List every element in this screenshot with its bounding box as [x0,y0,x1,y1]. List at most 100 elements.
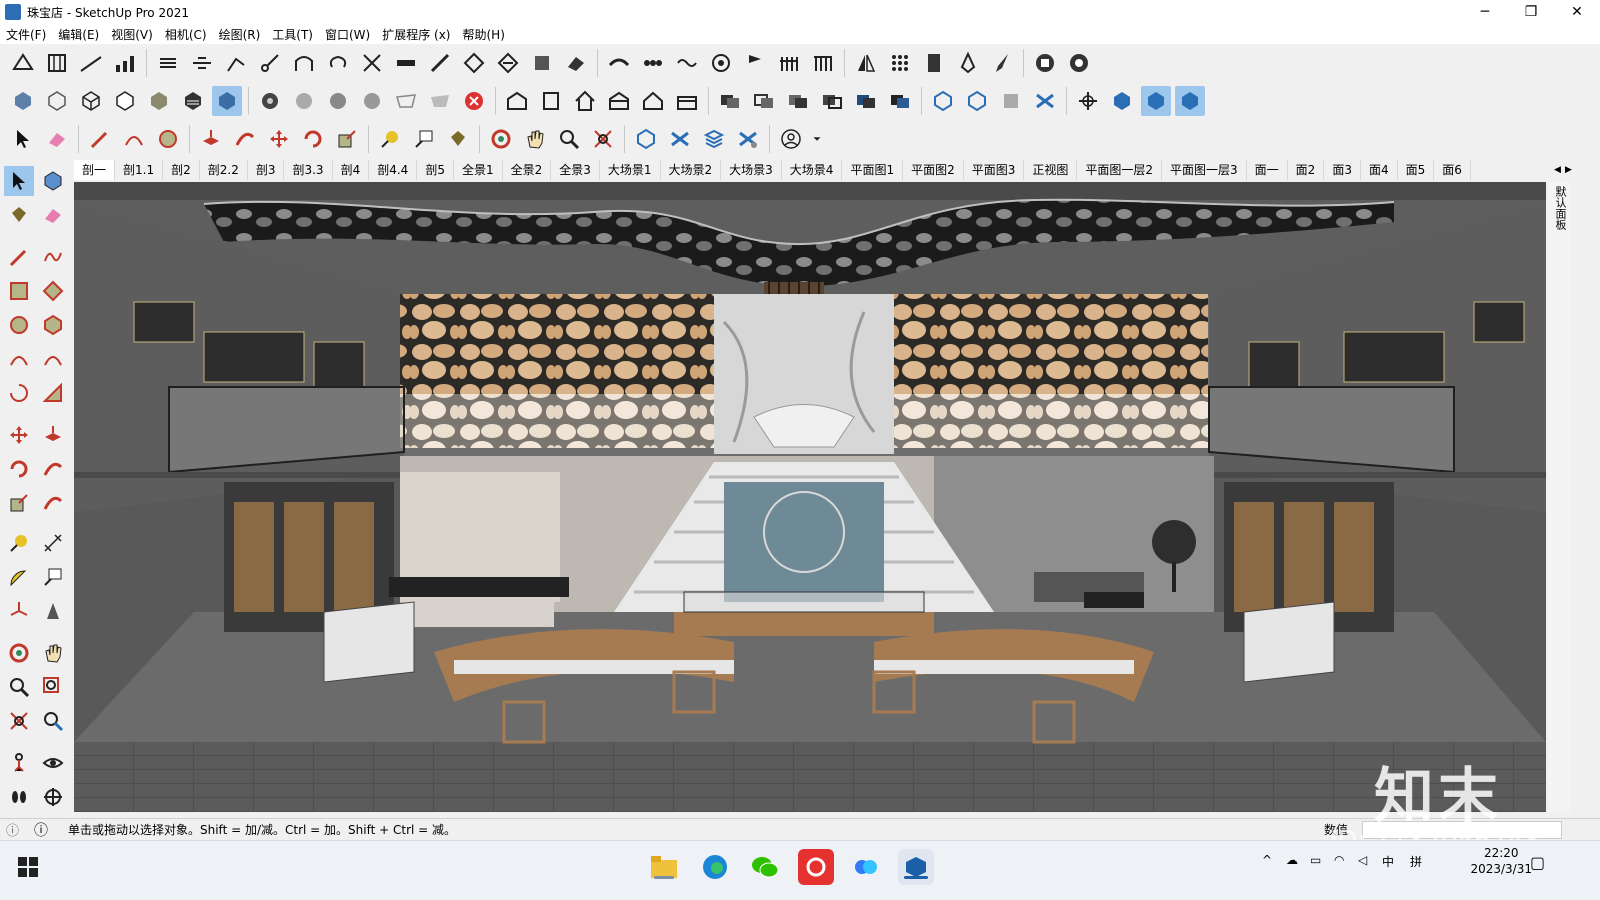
shadow-icon[interactable] [1107,86,1137,116]
netease-music-icon[interactable] [798,849,834,885]
scene-tab[interactable]: 面2 [1288,160,1325,180]
extension-manager-icon[interactable] [733,124,763,154]
make-component-icon[interactable] [38,166,68,196]
scene-tab[interactable]: 剖2.2 [200,160,248,180]
scene-tab[interactable]: 大场景1 [600,160,661,180]
volume-icon[interactable]: ◁ [1358,853,1367,867]
scene-tab[interactable]: 面3 [1324,160,1361,180]
reel-icon[interactable] [289,86,319,116]
select-arrow-icon[interactable] [8,124,38,154]
protractor-tool-icon[interactable] [4,562,34,592]
onedrive-icon[interactable]: ☁ [1286,853,1298,867]
scale-tool-icon[interactable] [4,488,34,518]
two-point-arc-tool-icon[interactable] [38,344,68,374]
menu-camera[interactable]: 相机(C) [165,26,207,43]
menu-edit[interactable]: 编辑(E) [58,26,99,43]
arc-icon[interactable] [119,124,149,154]
brush-icon[interactable] [987,48,1017,78]
chevron-down-icon[interactable] [810,124,824,154]
close-button[interactable]: ✕ [1554,0,1600,24]
render-icon[interactable] [1030,48,1060,78]
scroll-left-icon[interactable]: ◀ [1554,165,1561,175]
geo-location-icon[interactable]: ⓘ [6,820,19,839]
scene-tab[interactable]: 平面图1 [842,160,904,180]
xray-icon[interactable] [8,86,38,116]
scene-tab[interactable]: 面一 [1247,160,1288,180]
monochrome-icon[interactable] [212,86,242,116]
scene-tab[interactable]: 平面图一层2 [1077,160,1163,180]
ime-indicator[interactable]: 中 [1382,853,1394,870]
panel-icon[interactable] [919,48,949,78]
axes-icon[interactable] [1073,86,1103,116]
split-icon[interactable] [187,48,217,78]
position-camera-tool-icon[interactable] [4,748,34,778]
loop-icon[interactable] [323,48,353,78]
fence-icon[interactable] [774,48,804,78]
fog-icon[interactable] [1141,86,1171,116]
three-point-arc-tool-icon[interactable] [4,378,34,408]
default-tray-handle[interactable] [1548,182,1570,812]
tape-measure-tool-icon[interactable] [4,528,34,558]
wave-icon[interactable] [672,48,702,78]
scene-tab[interactable]: 剖2 [163,160,200,180]
solid-trim-icon[interactable] [817,86,847,116]
scene-tab[interactable]: 剖3 [248,160,285,180]
default-tray-label[interactable]: 默认面板 [1551,186,1567,230]
freehand-tool-icon[interactable] [38,242,68,272]
film-icon[interactable] [255,86,285,116]
join-icon[interactable] [357,48,387,78]
zoom-window-tool-icon[interactable] [38,672,68,702]
instructor-icon[interactable]: ⓘ [34,820,48,840]
grid-shape-icon[interactable] [459,48,489,78]
select-tool-icon[interactable] [4,166,34,196]
scissor-icon[interactable] [255,48,285,78]
reel-3-icon[interactable] [357,86,387,116]
pen-tool-icon[interactable] [953,48,983,78]
wechat-icon[interactable] [747,849,783,885]
pan-hand-icon[interactable] [520,124,550,154]
reel-2-icon[interactable] [323,86,353,116]
menu-view[interactable]: 视图(V) [111,26,153,43]
edge-browser-icon[interactable] [697,849,733,885]
styles-icon[interactable] [1030,86,1060,116]
eraser-icon[interactable] [42,124,72,154]
text-icon[interactable] [409,124,439,154]
menu-window[interactable]: 窗口(W) [325,26,370,43]
pan-tool-icon[interactable] [38,638,68,668]
offset-tool-icon[interactable] [38,488,68,518]
keyboard-layout[interactable]: 拼 [1410,853,1422,870]
push-pull-icon[interactable] [196,124,226,154]
arch-icon[interactable] [289,48,319,78]
circle-tool-icon[interactable] [4,310,34,340]
line-tool-icon[interactable] [4,242,34,272]
follow-me-tool-icon[interactable] [38,454,68,484]
wifi-icon[interactable]: ◠ [1334,853,1344,867]
scene-tab[interactable]: 平面图2 [903,160,964,180]
rotated-rectangle-tool-icon[interactable] [38,276,68,306]
tape-measure-icon[interactable] [375,124,405,154]
model-viewport[interactable] [74,182,1546,812]
battery-icon[interactable]: ▭ [1310,853,1321,867]
hidden-line-icon[interactable] [110,86,140,116]
render-settings-icon[interactable] [1064,48,1094,78]
pencil-icon[interactable] [85,124,115,154]
paint-bucket-icon[interactable] [443,124,473,154]
text-tool-icon[interactable] [38,562,68,592]
eraser-shape-icon[interactable] [561,48,591,78]
arc-tool-icon[interactable] [4,344,34,374]
component-2-icon[interactable] [962,86,992,116]
branch-icon[interactable] [221,48,251,78]
shaded-texture-icon[interactable] [178,86,208,116]
solid-split-icon[interactable] [851,86,881,116]
right-view-icon[interactable] [638,86,668,116]
warehouse-icon[interactable] [631,124,661,154]
materials-icon[interactable] [996,86,1026,116]
scene-tab[interactable]: 大场景3 [721,160,782,180]
box-icon[interactable] [527,48,557,78]
menu-help[interactable]: 帮助(H) [462,26,504,43]
iso-view-icon[interactable] [502,86,532,116]
zoom-tool-icon[interactable] [4,672,34,702]
pipe-icon[interactable] [425,48,455,78]
menu-file[interactable]: 文件(F) [6,26,46,43]
orbit-tool-icon[interactable] [4,638,34,668]
